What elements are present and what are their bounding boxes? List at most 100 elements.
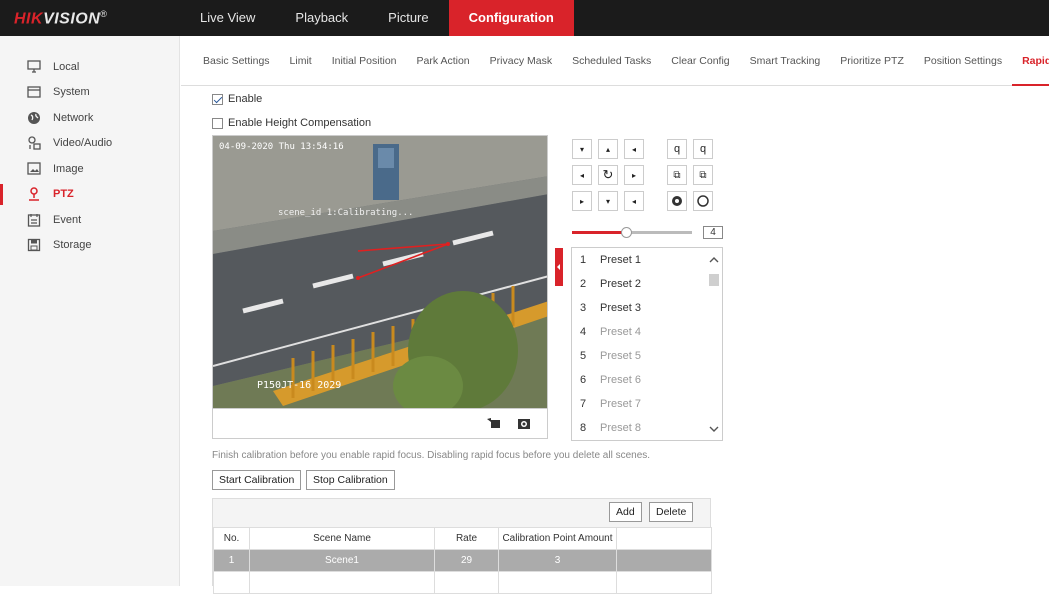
sidebar-label: Image	[53, 162, 84, 175]
cell-scene-name: Scene1	[249, 549, 435, 572]
ptz-sub-tabs: Basic Settings Limit Initial Position Pa…	[181, 36, 1049, 86]
enable-label: Enable	[228, 93, 263, 105]
focus-near-icon[interactable]: ⧉	[667, 165, 687, 185]
tab-limit[interactable]: Limit	[280, 36, 322, 86]
tab-clear-config[interactable]: Clear Config	[661, 36, 739, 86]
ptz-auto-rotate-icon[interactable]: ↻	[598, 165, 618, 185]
collapse-panel-button[interactable]	[555, 248, 563, 286]
hikvision-logo: HIKVISION®	[14, 9, 108, 28]
ptz-up-icon[interactable]: ▴	[598, 139, 618, 159]
table-row[interactable]: 1 Scene1 29 3	[213, 549, 712, 572]
preset-name: Preset 8	[600, 422, 641, 434]
globe-icon	[27, 111, 41, 125]
table-row-empty	[213, 571, 712, 594]
sidebar-label: Local	[53, 60, 80, 73]
osd-datetime: 04-09-2020 Thu 13:54:16	[219, 142, 344, 152]
preset-row[interactable]: 3 Preset 3	[572, 296, 722, 320]
camera-scene-image	[213, 136, 547, 408]
sidebar-item-system[interactable]: System	[0, 80, 179, 106]
add-button[interactable]: Add	[609, 502, 642, 522]
height-compensation-label: Enable Height Compensation	[228, 117, 372, 129]
ptz-down-left-icon[interactable]: ▸	[572, 191, 592, 211]
sidebar-item-network[interactable]: Network	[0, 105, 179, 131]
delete-button[interactable]: Delete	[649, 502, 694, 522]
osd-calibration-status: scene_id 1:Calibrating...	[278, 208, 414, 218]
slider-thumb[interactable]	[621, 227, 632, 238]
main-nav: Live View Playback Picture Configuration	[180, 0, 574, 36]
preset-name: Preset 3	[600, 302, 641, 314]
sidebar-label: System	[53, 86, 90, 99]
zoom-in-icon[interactable]: q	[667, 139, 687, 159]
cell-no: 1	[213, 549, 250, 572]
image-icon	[27, 162, 41, 176]
capture-camera-icon[interactable]	[517, 417, 531, 429]
preset-row[interactable]: 1 Preset 1	[572, 248, 722, 272]
enable-checkbox[interactable]: Enable	[212, 93, 262, 105]
sidebar-item-storage[interactable]: Storage	[0, 233, 179, 259]
ptz-left-icon[interactable]: ◂	[572, 165, 592, 185]
video-toolbar	[212, 409, 548, 439]
tab-prioritize-ptz[interactable]: Prioritize PTZ	[830, 36, 914, 86]
ptz-speed-slider[interactable]	[572, 226, 692, 238]
ptz-down-icon[interactable]: ▾	[598, 191, 618, 211]
live-video-view[interactable]: 04-09-2020 Thu 13:54:16 scene_id 1:Calib…	[212, 135, 548, 409]
preset-row[interactable]: 2 Preset 2	[572, 272, 722, 296]
nav-playback[interactable]: Playback	[275, 0, 368, 36]
iris-close-icon[interactable]	[693, 191, 713, 211]
preset-scrollbar[interactable]	[706, 248, 722, 440]
scene-table: No. Scene Name Rate Calibration Point Am…	[213, 527, 712, 594]
preset-name: Preset 2	[600, 278, 641, 290]
ptz-up-right-icon[interactable]: ◂	[624, 139, 644, 159]
sidebar-item-event[interactable]: Event	[0, 207, 179, 233]
start-calibration-button[interactable]: Start Calibration	[212, 470, 302, 490]
chevron-up-icon[interactable]	[709, 254, 719, 266]
preset-number: 8	[580, 422, 587, 434]
ptz-up-left-icon[interactable]: ▾	[572, 139, 592, 159]
preset-number: 2	[580, 278, 587, 290]
column-header: Calibration Point Amount	[498, 527, 617, 550]
ptz-right-icon[interactable]: ▸	[624, 165, 644, 185]
preset-name: Preset 7	[600, 398, 641, 410]
preset-number: 3	[580, 302, 587, 314]
chevron-down-icon[interactable]	[709, 424, 719, 436]
record-icon[interactable]	[487, 417, 501, 429]
focus-far-icon[interactable]: ⧉	[693, 165, 713, 185]
sidebar-label: Event	[53, 213, 82, 226]
monitor-icon	[27, 60, 41, 74]
preset-row[interactable]: 5 Preset 5	[572, 344, 722, 368]
zoom-out-icon[interactable]: q	[693, 139, 713, 159]
calibration-note: Finish calibration before you enable rap…	[212, 450, 651, 461]
preset-name: Preset 5	[600, 350, 641, 362]
preset-row[interactable]: 4 Preset 4	[572, 320, 722, 344]
sidebar-item-ptz[interactable]: PTZ	[0, 182, 179, 208]
tab-park-action[interactable]: Park Action	[407, 36, 480, 86]
sidebar-label: Storage	[53, 239, 92, 252]
preset-row[interactable]: 6 Preset 6	[572, 368, 722, 392]
sidebar-item-local[interactable]: Local	[0, 54, 179, 80]
tab-basic-settings[interactable]: Basic Settings	[193, 36, 280, 86]
stop-calibration-button[interactable]: Stop Calibration	[306, 470, 395, 490]
nav-live-view[interactable]: Live View	[180, 0, 275, 36]
nav-picture[interactable]: Picture	[368, 0, 448, 36]
preset-row[interactable]: 7 Preset 7	[572, 392, 722, 416]
tab-initial-position[interactable]: Initial Position	[322, 36, 407, 86]
sidebar-item-image[interactable]: Image	[0, 156, 179, 182]
scrollbar-thumb[interactable]	[709, 274, 719, 286]
sidebar-label: PTZ	[53, 188, 74, 201]
osd-plate-text: P150JT-16 2029	[257, 380, 342, 391]
iris-open-icon[interactable]	[667, 191, 687, 211]
preset-number: 7	[580, 398, 587, 410]
ptz-down-right-icon[interactable]: ◂	[624, 191, 644, 211]
preset-row[interactable]: 8 Preset 8	[572, 416, 722, 440]
tab-rapid-focus[interactable]: Rapid Focus	[1012, 36, 1049, 86]
tab-position-settings[interactable]: Position Settings	[914, 36, 1012, 86]
sidebar-item-video-audio[interactable]: Video/Audio	[0, 131, 179, 157]
height-compensation-checkbox[interactable]: Enable Height Compensation	[212, 117, 371, 129]
sidebar-label: Video/Audio	[53, 137, 113, 150]
tab-smart-tracking[interactable]: Smart Tracking	[740, 36, 831, 86]
tab-privacy-mask[interactable]: Privacy Mask	[480, 36, 562, 86]
nav-configuration[interactable]: Configuration	[448, 0, 574, 36]
tab-scheduled-tasks[interactable]: Scheduled Tasks	[562, 36, 661, 86]
table-header-row: No. Scene Name Rate Calibration Point Am…	[213, 527, 712, 550]
column-header: No.	[213, 527, 250, 550]
